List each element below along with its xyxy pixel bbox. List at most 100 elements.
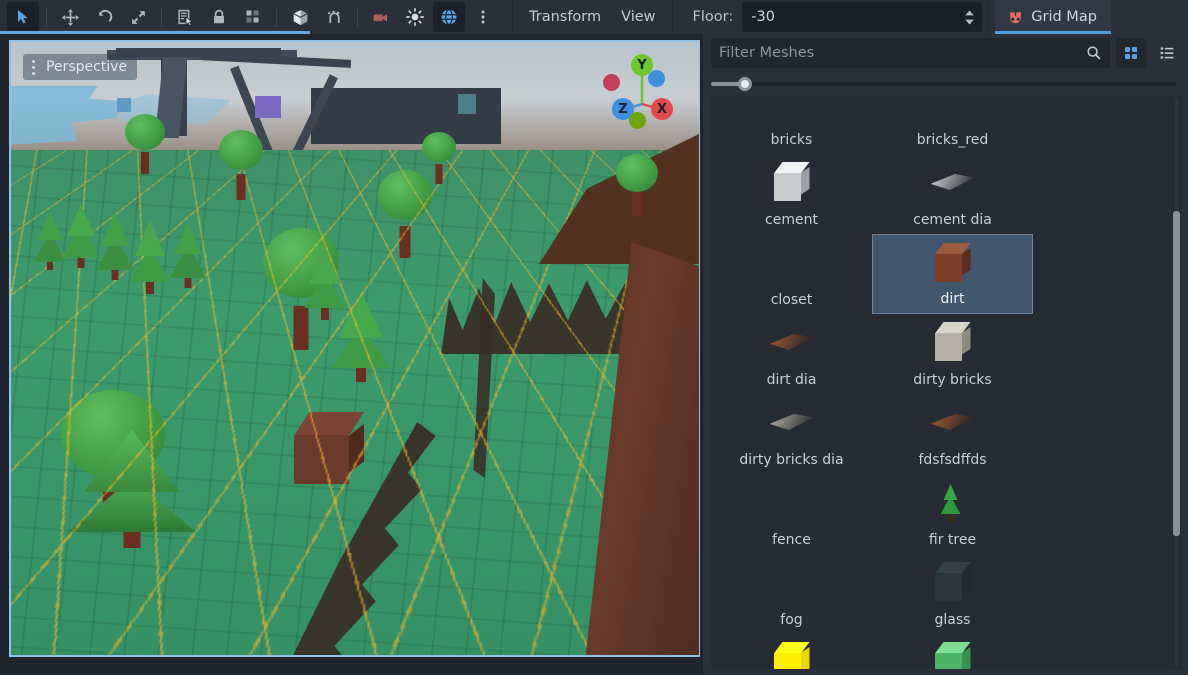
- tree-mid-3: [217, 130, 265, 200]
- lock-icon: [214, 9, 224, 24]
- mesh-item[interactable]: bricks_red: [872, 96, 1033, 154]
- cursor-arrow-icon: [18, 10, 28, 24]
- mesh-library-panel: bricks bricks_redcement cement dia closet di…: [703, 34, 1188, 675]
- placed-dirt-cube: [294, 412, 364, 484]
- fir-tree-back-5: [169, 222, 207, 288]
- search-icon[interactable]: [1086, 45, 1102, 61]
- grid-view-button[interactable]: [1116, 38, 1146, 68]
- move-arrows-icon: [61, 8, 79, 26]
- mesh-item[interactable]: dirty bricks dia: [711, 394, 872, 474]
- viewport-perspective-label[interactable]: Perspective: [23, 54, 138, 80]
- mesh-item-label: bricks_red: [916, 132, 989, 148]
- mesh-item-label: closet: [770, 292, 813, 308]
- mesh-item-thumbnail: [927, 318, 979, 368]
- mesh-item[interactable]: fir tree: [872, 474, 1033, 554]
- three-dots-vertical-icon[interactable]: [27, 59, 40, 75]
- mesh-item-label: glass: [934, 612, 971, 628]
- group-button[interactable]: [237, 2, 269, 32]
- floor-spinbox[interactable]: -30: [742, 2, 983, 32]
- gizmo-axis-lines: [625, 70, 660, 111]
- mesh-item-thumbnail: [766, 638, 818, 669]
- mesh-item[interactable]: cement: [711, 154, 872, 234]
- mesh-item-thumbnail: [927, 398, 979, 448]
- mesh-item-list: bricks bricks_redcement cement dia closet di…: [711, 96, 1182, 669]
- menu-view[interactable]: View: [611, 0, 665, 34]
- mesh-item[interactable]: dirt: [872, 234, 1033, 314]
- slider-knob[interactable]: [738, 77, 752, 91]
- mesh-item-label: fdsfsdffds: [918, 452, 987, 468]
- mesh-grid-scrollbar[interactable]: [1173, 96, 1180, 669]
- mesh-item[interactable]: [872, 634, 1033, 669]
- mesh-item-label: dirt: [940, 291, 965, 307]
- mesh-item[interactable]: closet: [711, 234, 872, 314]
- mesh-item[interactable]: glass: [872, 554, 1033, 634]
- up-down-chevrons-icon: [965, 9, 974, 25]
- camera-icon: [373, 13, 387, 22]
- tree-mid-4: [123, 114, 167, 174]
- globe-icon: [441, 8, 457, 26]
- tree-right-1: [613, 154, 661, 216]
- mesh-item[interactable]: fence: [711, 474, 872, 554]
- rotate-icon: [98, 9, 112, 22]
- mesh-item[interactable]: [711, 634, 872, 669]
- main-toolbar: Transform View Floor: -30 Grid Map: [0, 0, 1188, 34]
- mesh-item-thumbnail: [766, 318, 818, 368]
- tab-grid-map-label: Grid Map: [1031, 9, 1097, 25]
- mesh-item-thumbnail: [927, 478, 979, 528]
- rotate-mode-button[interactable]: [88, 2, 120, 32]
- axis-gizmo[interactable]: Y X Z: [599, 54, 675, 130]
- list-select-icon: [177, 9, 193, 26]
- three-dots-vertical-icon: [481, 10, 485, 24]
- window-cyan: [458, 94, 476, 114]
- box-icon: [292, 9, 308, 25]
- mesh-item-thumbnail: [927, 158, 979, 208]
- mesh-item[interactable]: fdsfsdffds: [872, 394, 1033, 474]
- menu-transform[interactable]: Transform: [519, 0, 611, 34]
- move-mode-button[interactable]: [54, 2, 86, 32]
- toolbar-accent-underline: [0, 31, 310, 34]
- filter-row: [711, 38, 1182, 68]
- search-input[interactable]: [719, 45, 1086, 61]
- fir-tree-back-1: [303, 250, 347, 320]
- preview-environment-button[interactable]: [433, 2, 465, 32]
- mesh-item[interactable]: fog: [711, 554, 872, 634]
- camera-preview-button[interactable]: [365, 2, 397, 32]
- list-view-button[interactable]: [1152, 38, 1182, 68]
- mesh-item[interactable]: dirt dia: [711, 314, 872, 394]
- sun-icon: [406, 8, 424, 26]
- mesh-item-label: dirty bricks dia: [739, 452, 844, 468]
- window-blue-small: [117, 98, 131, 112]
- preview-sun-button[interactable]: [399, 2, 431, 32]
- fir-tree-back-4: [95, 212, 135, 280]
- mesh-item-grid[interactable]: bricks bricks_redcement cement dia closet di…: [711, 96, 1182, 669]
- lock-button[interactable]: [203, 2, 235, 32]
- floor-spinner-arrows[interactable]: [956, 2, 982, 32]
- mesh-item[interactable]: dirty bricks: [872, 314, 1033, 394]
- scale-mode-button[interactable]: [122, 2, 154, 32]
- mesh-item-thumbnail: [927, 239, 979, 289]
- scrollbar-thumb[interactable]: [1173, 211, 1180, 536]
- mesh-item[interactable]: cement dia: [872, 154, 1033, 234]
- thumbnail-size-slider[interactable]: [711, 76, 1176, 92]
- mesh-item-thumbnail: [766, 158, 818, 208]
- more-options-button[interactable]: [467, 2, 499, 32]
- list-select-button[interactable]: [169, 2, 201, 32]
- mesh-item-label: fir tree: [928, 532, 977, 548]
- fir-tree-foreground: [67, 430, 197, 548]
- floor-value[interactable]: -30: [742, 9, 956, 25]
- mesh-item-label: cement: [765, 212, 818, 228]
- 3d-viewport[interactable]: Perspective Y X Z: [9, 40, 701, 657]
- tab-grid-map[interactable]: Grid Map: [995, 0, 1111, 34]
- slider-track: [711, 82, 1176, 86]
- mesh-item-label: fog: [780, 612, 803, 628]
- mesh-item-label: dirt dia: [766, 372, 817, 388]
- godot-editor-window: Transform View Floor: -30 Grid Map Persp…: [0, 0, 1188, 675]
- mesh-item[interactable]: bricks: [711, 96, 872, 154]
- mesh-item-thumbnail: [927, 558, 979, 608]
- local-space-button[interactable]: [284, 2, 316, 32]
- filter-meshes-box[interactable]: [711, 38, 1110, 68]
- select-mode-button[interactable]: [7, 2, 39, 32]
- tree-right-2: [420, 132, 458, 184]
- mesh-item-label: bricks: [770, 132, 813, 148]
- snap-button[interactable]: [318, 2, 350, 32]
